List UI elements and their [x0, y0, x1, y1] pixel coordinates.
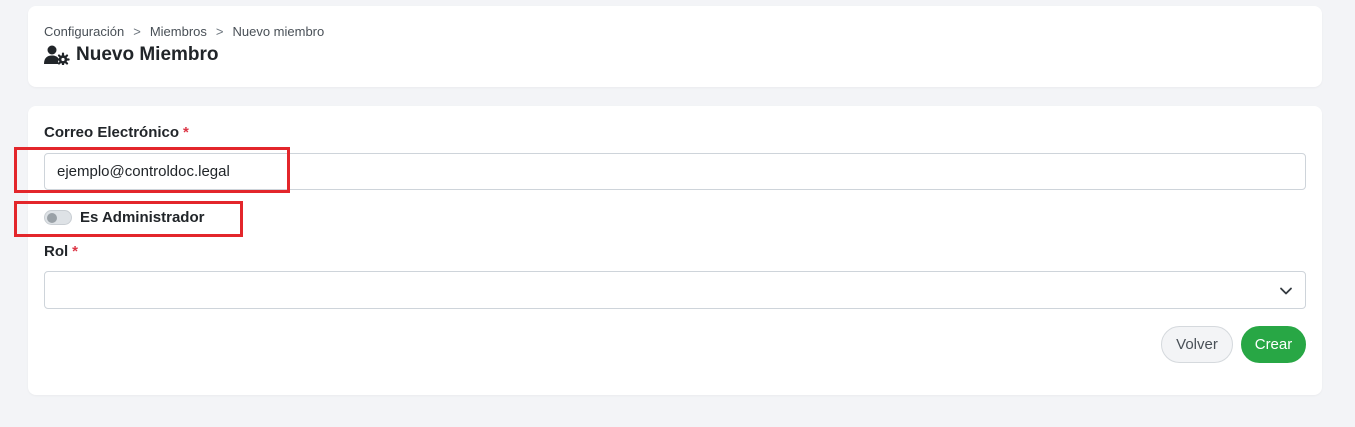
rol-label-text: Rol	[44, 243, 69, 260]
breadcrumb: Configuración > Miembros > Nuevo miembro	[44, 24, 324, 39]
member-form-card: Correo Electrónico* Es Administrador Rol…	[28, 106, 1322, 395]
breadcrumb-item-miembros[interactable]: Miembros	[150, 24, 207, 39]
required-mark: *	[72, 243, 79, 260]
back-button[interactable]: Volver	[1161, 326, 1233, 363]
admin-toggle[interactable]	[44, 210, 72, 225]
page-title: Nuevo Miembro	[76, 44, 219, 65]
breadcrumb-item-nuevo-miembro: Nuevo miembro	[232, 24, 325, 39]
breadcrumb-item-configuracion[interactable]: Configuración	[44, 24, 124, 39]
create-button[interactable]: Crear	[1241, 326, 1306, 363]
admin-toggle-label[interactable]: Es Administrador	[80, 209, 204, 226]
email-field[interactable]	[44, 153, 1306, 190]
email-label-text: Correo Electrónico	[44, 124, 180, 141]
title-row: Nuevo Miembro	[44, 44, 219, 67]
page-header-card: Configuración > Miembros > Nuevo miembro…	[28, 6, 1322, 87]
breadcrumb-separator: >	[133, 24, 141, 39]
toggle-knob	[47, 212, 57, 223]
user-gear-icon	[44, 45, 70, 67]
rol-label: Rol *	[44, 243, 78, 260]
required-mark: *	[183, 124, 189, 141]
breadcrumb-separator: >	[215, 24, 224, 39]
chevron-down-icon	[1279, 284, 1293, 298]
email-label: Correo Electrónico *	[44, 124, 189, 141]
admin-switch-row: Es Administrador	[44, 209, 204, 226]
rol-select[interactable]	[44, 271, 1306, 309]
